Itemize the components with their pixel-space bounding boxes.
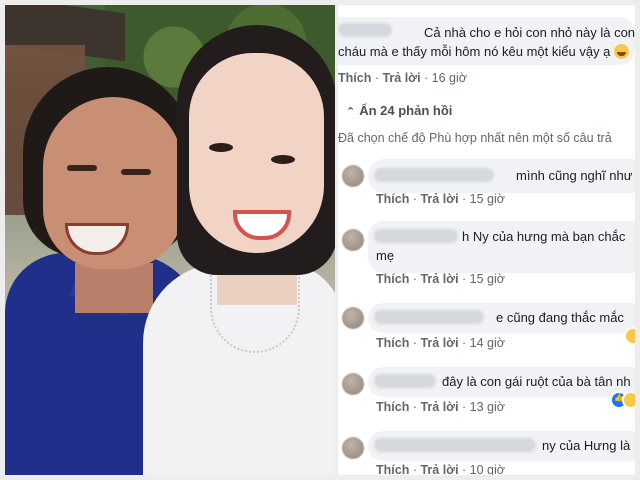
comment-text-line2-text: cháu mà e thấy mỗi hôm nó kêu một kiểu v…	[338, 44, 611, 59]
eye-right-1	[209, 143, 233, 152]
author-fragment: h	[462, 229, 470, 244]
avatar[interactable]	[342, 373, 364, 395]
comment-time: 16 giờ	[431, 71, 467, 85]
avatar[interactable]	[342, 229, 364, 251]
reply-text-line2: mẹ	[376, 248, 395, 263]
redacted-author	[338, 23, 392, 37]
haha-reaction-icon[interactable]	[622, 391, 635, 409]
reply-meta: Thích · Trả lời · 15 giờ	[376, 272, 505, 286]
eye-left-1	[67, 165, 97, 171]
reply-time: 14 giờ	[469, 336, 505, 350]
reply-text: đây là con gái ruột của bà tân nh	[442, 374, 631, 389]
reply-time: 15 giờ	[469, 192, 505, 206]
redacted-author	[374, 229, 458, 243]
reply-meta: Thích · Trả lời · 13 giờ	[376, 400, 505, 414]
haha-reaction-icon[interactable]	[624, 327, 635, 345]
like-link[interactable]: Thích	[376, 463, 409, 475]
reply-meta: Thích · Trả lời · 14 giờ	[376, 336, 505, 350]
eye-right-2	[271, 155, 295, 164]
reply-link[interactable]: Trả lời	[420, 463, 458, 475]
selfie-photo	[5, 5, 335, 475]
like-link[interactable]: Thích	[376, 272, 409, 286]
comment-panel: Cả nhà cho e hỏi con nhỏ này là con cháu…	[338, 5, 635, 475]
redacted-author	[374, 168, 494, 182]
reply-link[interactable]: Trả lời	[420, 272, 458, 286]
reply-text: e cũng đang thắc mắc	[496, 310, 624, 325]
reply-link[interactable]: Trả lời	[382, 71, 420, 85]
comment-text-line1: Cả nhà cho e hỏi con nhỏ này là con	[424, 25, 635, 40]
redacted-author	[374, 438, 536, 452]
reply-text: mình cũng nghĩ như	[516, 168, 633, 183]
reply-text: h Ny của hưng mà bạn chắc	[462, 229, 625, 244]
reply-meta: Thích · Trả lời · 10 giờ	[376, 463, 505, 475]
reply-meta: Thích · Trả lời · 15 giờ	[376, 192, 505, 206]
sort-note: Đã chọn chế độ Phù hợp nhất nên một số c…	[338, 131, 612, 145]
reply-link[interactable]: Trả lời	[420, 192, 458, 206]
like-link[interactable]: Thích	[338, 71, 371, 85]
like-link[interactable]: Thích	[376, 400, 409, 414]
reply-time: 10 giờ	[469, 463, 505, 475]
redacted-author	[374, 374, 436, 388]
comment-meta-top: Thích · Trả lời · 16 giờ	[338, 71, 467, 85]
eye-left-2	[121, 169, 151, 175]
hide-replies-label: Ẩn 24 phản hồi	[359, 103, 453, 118]
avatar[interactable]	[342, 165, 364, 187]
like-link[interactable]: Thích	[376, 192, 409, 206]
reply-link[interactable]: Trả lời	[420, 336, 458, 350]
reply-text-content: Ny của hưng mà bạn chắc	[472, 229, 626, 244]
neck-left	[75, 263, 153, 313]
redacted-author	[374, 310, 484, 324]
comment-text-line2: cháu mà e thấy mỗi hôm nó kêu một kiểu v…	[338, 44, 630, 59]
avatar[interactable]	[342, 437, 364, 459]
reply-time: 13 giờ	[469, 400, 505, 414]
chevron-up-icon: ⌃	[346, 106, 356, 118]
hide-replies-button[interactable]: ⌃ Ẩn 24 phản hồi	[346, 103, 452, 118]
like-link[interactable]: Thích	[376, 336, 409, 350]
reply-link[interactable]: Trả lời	[420, 400, 458, 414]
reply-text: ny của Hưng là	[542, 438, 631, 453]
laughing-face-icon	[614, 44, 630, 59]
reply-time: 15 giờ	[469, 272, 505, 286]
avatar[interactable]	[342, 307, 364, 329]
